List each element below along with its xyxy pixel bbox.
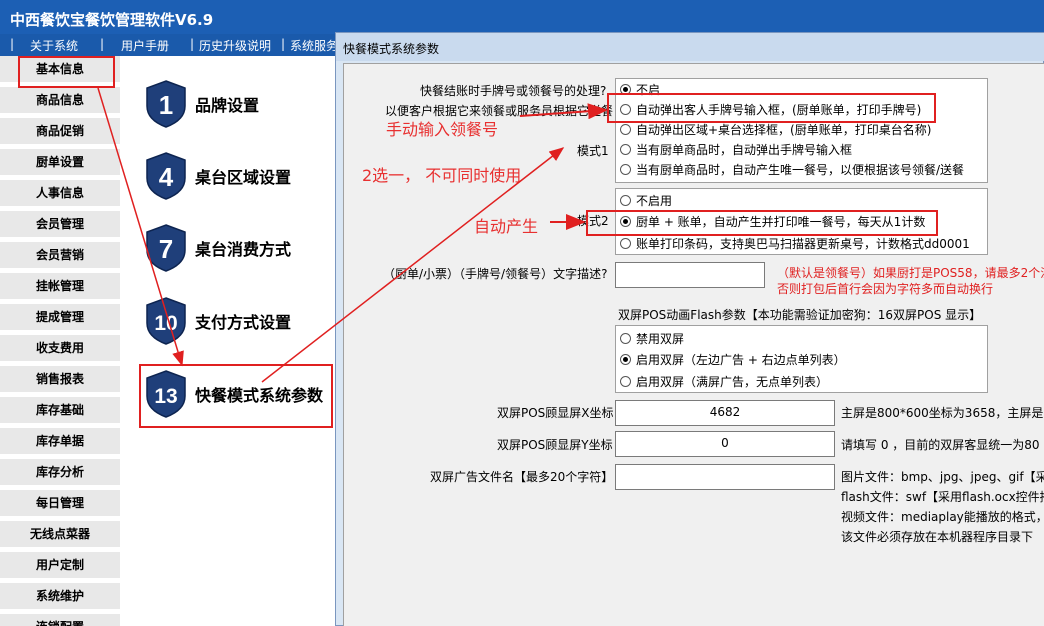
arrow-line [261, 147, 565, 383]
arrow-line [519, 103, 608, 120]
arrow-line [97, 87, 184, 367]
annotation-arrows [97, 87, 608, 383]
